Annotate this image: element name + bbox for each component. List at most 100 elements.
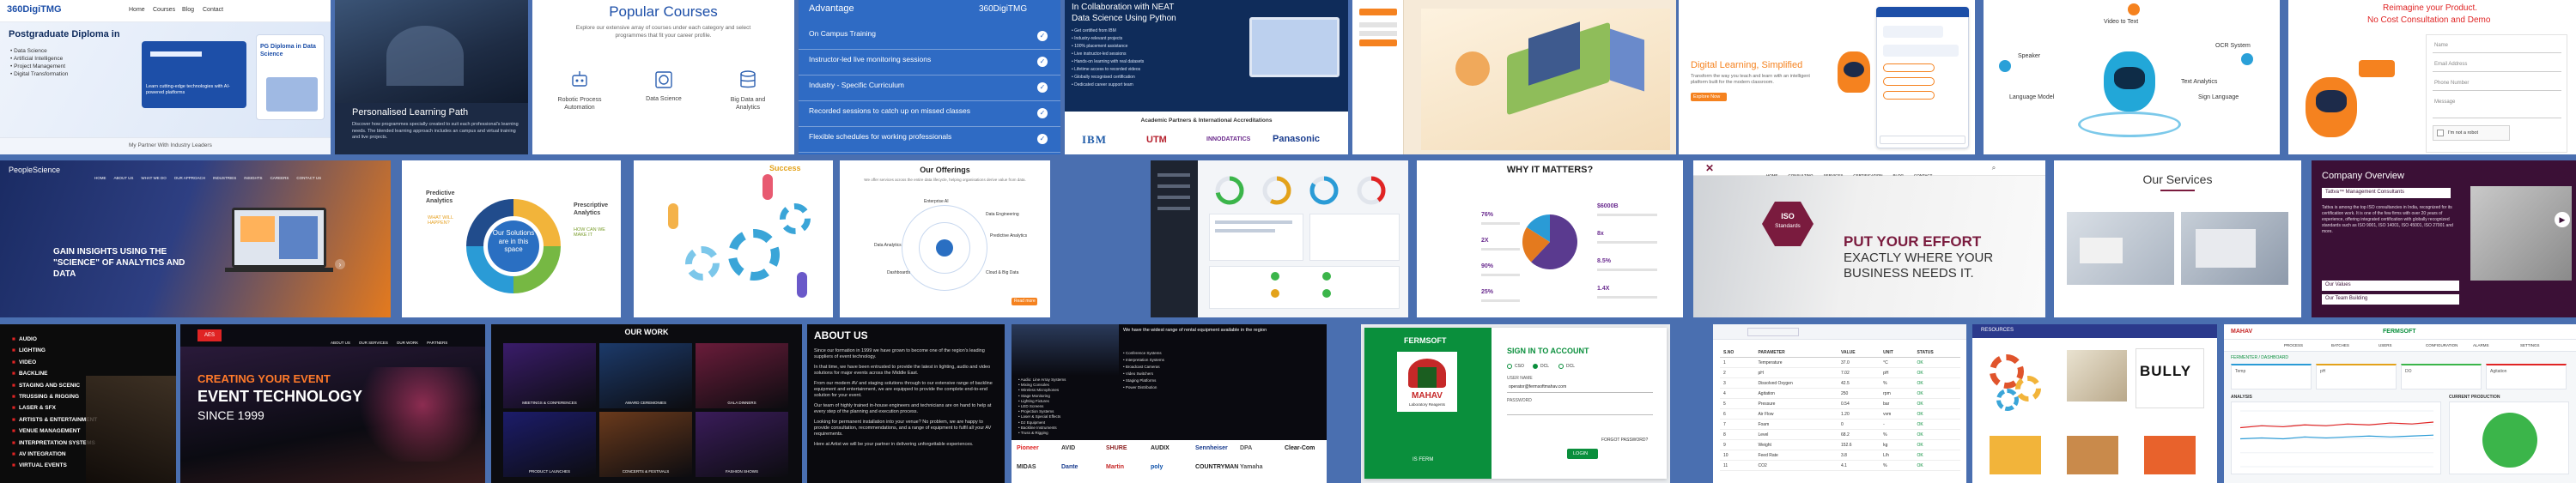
menu-item[interactable]: ■ LASER & SFX (12, 405, 97, 416)
table-header-cell[interactable]: UNIT (1880, 348, 1914, 358)
table-header-cell[interactable]: STATUS (1913, 348, 1960, 358)
robot-icon[interactable] (567, 67, 592, 93)
offering-node[interactable]: Cloud & Big Data (986, 270, 1018, 275)
site-logo-icon[interactable]: AES (197, 329, 222, 341)
table-row[interactable]: 5 Pressure 0.54 bar OK (1720, 398, 1960, 409)
table-row[interactable]: 6 Air Flow 1.20 vvm OK (1720, 408, 1960, 420)
course-label[interactable]: Robotic Process Automation (550, 96, 610, 112)
table-row[interactable]: 10 Feed Rate 3.8 L/h OK (1720, 450, 1960, 461)
table-row[interactable]: 11 CO2 4.1% OK (1720, 460, 1960, 471)
site-logo[interactable]: 360DigiTMG (7, 4, 62, 15)
sidebar-item[interactable] (1157, 184, 1190, 188)
name-field[interactable] (2433, 41, 2561, 53)
nav-item[interactable]: Home (129, 7, 145, 13)
menu-item[interactable]: ■ VIRTUAL EVENTS (12, 462, 97, 474)
work-card[interactable]: CONCERTS & FESTIVALS (599, 412, 692, 477)
work-card[interactable]: FASHION SHOWS (696, 412, 788, 477)
thumbnail[interactable] (2067, 436, 2118, 474)
offering-node[interactable]: Data Engineering (986, 212, 1019, 217)
offering-node[interactable]: Dashboards (887, 270, 910, 275)
table-row[interactable]: 3 Dissolved Oxygen 42.5% OK (1720, 377, 1960, 389)
nav-item[interactable]: ABOUT US (331, 341, 350, 345)
nav-item[interactable]: Blog (182, 7, 194, 13)
table-row[interactable]: 2 pH 7.02 pH OK (1720, 367, 1960, 378)
table-row[interactable]: 4 Agitation 250 rpm OK (1720, 388, 1960, 399)
offering-node[interactable]: Predictive Analytics (990, 233, 1027, 238)
service-label[interactable]: Speaker (2018, 53, 2040, 59)
site-logo-icon[interactable]: ✕ (1704, 162, 1716, 174)
menu-item[interactable]: ■ INTERPRETATION SYSTEMS (12, 440, 97, 451)
service-label[interactable]: Video to Text (2104, 19, 2138, 25)
password-field[interactable] (1507, 405, 1653, 415)
service-label[interactable]: Language Model (2009, 94, 2054, 100)
nav-item[interactable]: CAREERS (270, 176, 289, 180)
panel-button[interactable] (1359, 9, 1397, 15)
work-card[interactable]: PRODUCT LAUNCHES (503, 412, 596, 477)
database-icon[interactable] (735, 67, 761, 93)
work-card[interactable]: GALA DINNERS (696, 343, 788, 408)
nav-item[interactable]: OUR SERVICES (359, 341, 388, 345)
table-row[interactable]: 7 Foam 0- OK (1720, 419, 1960, 430)
nav-item[interactable]: WHAT WE DO (141, 176, 166, 180)
kpi-card[interactable]: DO (2401, 364, 2482, 389)
dashboard-logo[interactable]: MAHAV (2231, 329, 2252, 335)
nav-item[interactable]: CONFIGURATION (2426, 343, 2458, 347)
nav-item[interactable]: HOME (94, 176, 106, 180)
table-row[interactable]: 9 Weight 152.6 kg OK (1720, 439, 1960, 450)
table-header-cell[interactable]: S.NO (1720, 348, 1755, 358)
nav-item[interactable]: CONTACT US (296, 176, 321, 180)
thumbnail[interactable] (2144, 436, 2196, 474)
next-slide-icon[interactable]: › (335, 259, 345, 269)
captcha-checkbox[interactable] (2437, 130, 2444, 136)
nav-item[interactable]: Contact (203, 7, 223, 13)
sidebar-item[interactable] (1157, 196, 1190, 199)
nav-item[interactable]: BATCHES (2331, 343, 2349, 347)
offering-node[interactable]: Data Analytics (874, 243, 902, 248)
thumbnail[interactable] (1990, 436, 2041, 474)
kpi-card[interactable]: Agitation (2486, 364, 2567, 389)
search-field[interactable] (1747, 328, 1799, 336)
menu-item[interactable]: ■ TRUSSING & RIGGING (12, 394, 97, 405)
service-label[interactable]: Text Analytics (2181, 79, 2217, 85)
radio-option[interactable] (1533, 364, 1538, 369)
menu-item[interactable]: ■ ARTISTS & ENTERTAINMENT (12, 417, 97, 428)
table-header-cell[interactable]: PARAMETER (1754, 348, 1838, 358)
forgot-password-link[interactable]: FORGOT PASSWORD? (1601, 438, 1648, 443)
panel-button[interactable] (1359, 39, 1397, 46)
video-thumbnail[interactable] (2470, 186, 2572, 281)
nav-item[interactable]: PROCESS (2284, 343, 2303, 347)
nav-item[interactable]: SETTINGS (2520, 343, 2540, 347)
service-label[interactable]: OCR System (2215, 43, 2251, 49)
course-label[interactable]: Data Science (634, 96, 694, 102)
menu-item[interactable]: ■ AUDIO (12, 336, 97, 347)
sidebar-item[interactable] (1157, 173, 1190, 177)
nav-item[interactable]: ALARMS (2473, 343, 2489, 347)
work-card[interactable]: AWARD CEREMONIES (599, 343, 692, 408)
offering-node[interactable]: Enterprise AI (924, 199, 949, 204)
resources-tab[interactable]: RESOURCES (1981, 328, 2014, 333)
nav-item[interactable]: OUR WORK (397, 341, 418, 345)
nav-item[interactable]: USERS (2379, 343, 2392, 347)
nav-item[interactable]: INSIGHTS (244, 176, 262, 180)
menu-item[interactable]: ■ BACKLINE (12, 371, 97, 382)
menu-item[interactable]: ■ STAGING AND SCENIC (12, 383, 97, 394)
nav-item[interactable]: ABOUT US (114, 176, 134, 180)
menu-item[interactable]: ■ VENUE MANAGEMENT (12, 428, 97, 439)
nav-item[interactable]: INDUSTRIES (213, 176, 236, 180)
table-header-cell[interactable]: VALUE (1838, 348, 1880, 358)
sidebar-item[interactable] (1157, 207, 1190, 210)
nav-item[interactable]: PARTNERS (427, 341, 447, 345)
work-card[interactable]: MEETINGS & CONFERENCES (503, 343, 596, 408)
menu-item[interactable]: ■ VIDEO (12, 359, 97, 371)
menu-item[interactable]: ■ AV INTEGRATION (12, 451, 97, 462)
nav-item[interactable]: OUR APPROACH (174, 176, 205, 180)
menu-item[interactable]: ■ LIGHTING (12, 347, 97, 359)
search-icon[interactable]: ⌕ (1990, 164, 1998, 172)
table-row[interactable]: 1 Temperature 37.0 °C OK (1720, 357, 1960, 368)
nav-item[interactable]: Courses (153, 7, 175, 13)
course-label[interactable]: Big Data and Analytics (718, 96, 778, 112)
radio-option[interactable] (1558, 364, 1564, 369)
service-label[interactable]: Sign Language (2198, 94, 2239, 100)
radio-option[interactable] (1507, 364, 1512, 369)
table-row[interactable]: 8 Level 68.2% OK (1720, 429, 1960, 440)
